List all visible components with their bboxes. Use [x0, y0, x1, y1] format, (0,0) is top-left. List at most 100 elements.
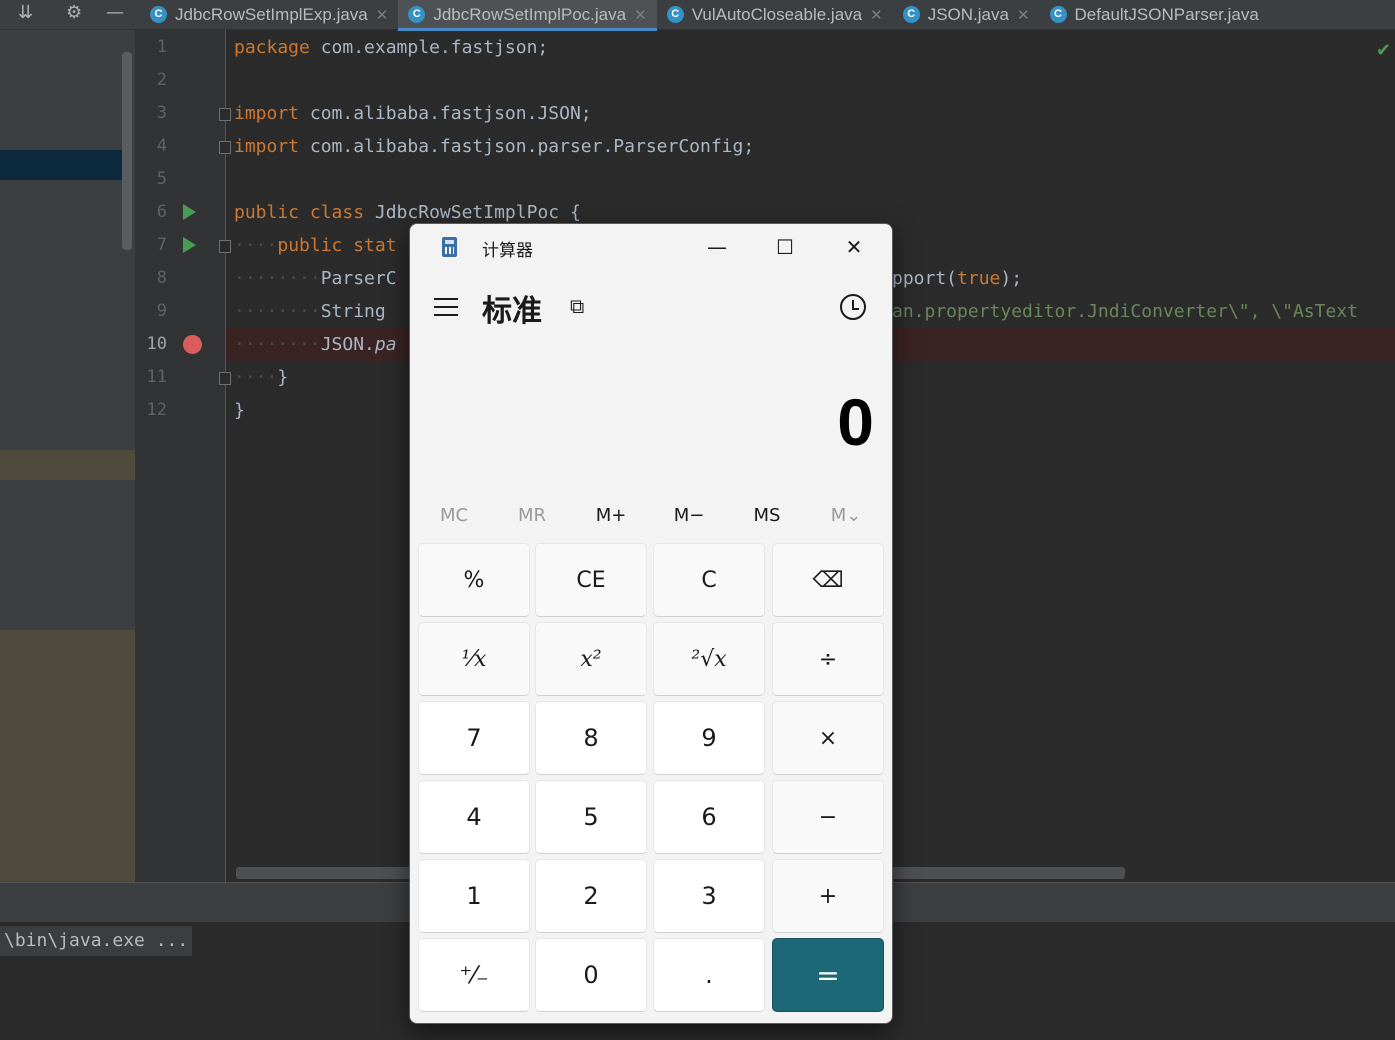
digit-4-button[interactable]: 4	[418, 780, 530, 854]
breakpoint-icon[interactable]	[183, 335, 202, 354]
reciprocal-button[interactable]: ¹⁄x	[418, 622, 530, 696]
tab-label: JdbcRowSetImplExp.java	[175, 4, 368, 24]
code-text: com.alibaba.fastjson.JSON;	[299, 103, 592, 124]
digit-6-button[interactable]: 6	[653, 780, 765, 854]
project-panel	[0, 30, 135, 882]
code-line[interactable]: import com.alibaba.fastjson.JSON;	[234, 97, 592, 130]
keyword: import	[234, 103, 300, 124]
keyword: import	[234, 136, 300, 157]
memory-list-button[interactable]: M⌄	[807, 502, 885, 530]
fold-icon[interactable]	[219, 240, 231, 253]
close-button[interactable]: ✕	[831, 230, 877, 264]
keep-on-top-icon[interactable]: ⧉	[570, 294, 594, 318]
console-output-line[interactable]: \bin\java.exe ...	[0, 926, 193, 956]
memory-subtract-button[interactable]: M−	[650, 502, 728, 530]
project-toolbar: ⇊ ⚙ —	[0, 0, 135, 29]
tab-jdbcrowsetimplexp[interactable]: C JdbcRowSetImplExp.java ✕	[140, 0, 398, 29]
line-number: 7	[156, 235, 167, 255]
memory-recall-button[interactable]: MR	[493, 502, 571, 530]
gear-icon[interactable]: ⚙	[66, 3, 82, 23]
fold-icon[interactable]	[219, 108, 231, 121]
clear-button[interactable]: C	[653, 543, 765, 617]
code-line-tail[interactable]: pport(true);	[892, 262, 1022, 295]
tab-json[interactable]: C JSON.java ✕	[893, 0, 1040, 29]
square-root-button[interactable]: ²√x	[653, 622, 765, 696]
code-text: }	[277, 367, 289, 388]
maximize-button[interactable]: ☐	[762, 230, 808, 264]
code-text: ParserC	[320, 268, 397, 289]
code-text: );	[1000, 268, 1023, 289]
inspection-ok-icon[interactable]: ✔	[1376, 40, 1391, 61]
editor-tab-bar: ⇊ ⚙ — C JdbcRowSetImplExp.java ✕ C JdbcR…	[0, 0, 1395, 31]
digit-8-button[interactable]: 8	[535, 701, 647, 775]
code-line[interactable]: ····public stat	[234, 229, 397, 262]
close-icon[interactable]: ✕	[634, 6, 647, 24]
run-main-icon[interactable]	[183, 237, 196, 253]
line-number: 8	[156, 268, 167, 288]
digit-0-button[interactable]: 0	[535, 938, 647, 1012]
history-icon[interactable]	[840, 294, 866, 320]
percent-button[interactable]: %	[418, 543, 530, 617]
code-text: com.alibaba.fastjson.parser.ParserConfig…	[299, 136, 755, 157]
memory-store-button[interactable]: MS	[728, 502, 806, 530]
close-icon[interactable]: ✕	[870, 6, 883, 24]
project-tree-selection[interactable]	[0, 150, 122, 180]
close-icon[interactable]: ✕	[1017, 6, 1030, 24]
digit-3-button[interactable]: 3	[653, 859, 765, 933]
digit-5-button[interactable]: 5	[535, 780, 647, 854]
negate-button[interactable]: ⁺⁄₋	[418, 938, 530, 1012]
digit-1-button[interactable]: 1	[418, 859, 530, 933]
tab-label: DefaultJSONParser.java	[1074, 4, 1259, 24]
tab-label: VulAutoCloseable.java	[691, 4, 863, 24]
keyword: package	[234, 37, 310, 58]
tab-jdbcrowsetimplpoc[interactable]: C JdbcRowSetImplPoc.java ✕	[398, 0, 658, 31]
code-line[interactable]: package com.example.fastjson;	[234, 31, 548, 64]
equals-button[interactable]: =	[772, 938, 884, 1012]
fold-icon[interactable]	[219, 141, 231, 154]
tab-label: JSON.java	[927, 4, 1009, 24]
line-number: 10	[146, 334, 167, 354]
digit-7-button[interactable]: 7	[418, 701, 530, 775]
code-line[interactable]: ········JSON.pa	[234, 328, 397, 361]
line-number: 11	[146, 367, 167, 387]
plus-button[interactable]: +	[772, 859, 884, 933]
method-name: pa	[374, 334, 397, 355]
code-text: com.example.fastjson;	[309, 37, 549, 58]
multiply-button[interactable]: ×	[772, 701, 884, 775]
minimize-panel-icon[interactable]: —	[106, 3, 124, 23]
clear-entry-button[interactable]: CE	[535, 543, 647, 617]
line-number: 4	[156, 136, 167, 156]
minimize-button[interactable]: —	[694, 230, 740, 264]
code-line-tail[interactable]: an.propertyeditor.JndiConverter\", \"AsT…	[892, 295, 1358, 328]
square-button[interactable]: x²	[535, 622, 647, 696]
hamburger-menu-icon[interactable]	[434, 298, 458, 316]
code-line[interactable]: ········String	[234, 295, 397, 328]
project-scrollbar[interactable]	[122, 52, 132, 250]
close-icon[interactable]: ✕	[376, 6, 389, 24]
fold-icon[interactable]	[219, 372, 231, 385]
divide-button[interactable]: ÷	[772, 622, 884, 696]
memory-clear-button[interactable]: MC	[415, 502, 493, 530]
line-number: 3	[156, 103, 167, 123]
java-class-icon: C	[150, 6, 167, 23]
code-line[interactable]: ····}	[234, 361, 288, 394]
calculator-mode-label: 标准	[482, 294, 542, 329]
run-class-icon[interactable]	[183, 204, 196, 220]
digit-2-button[interactable]: 2	[535, 859, 647, 933]
minus-button[interactable]: −	[772, 780, 884, 854]
code-line[interactable]: ········ParserC	[234, 262, 397, 295]
line-number: 1	[156, 37, 167, 57]
calculator-window: 计算器 — ☐ ✕ 标准 ⧉ 0 MC MR M+ M− MS M⌄ % CE …	[409, 223, 893, 1024]
whitespace-marker: ········	[234, 268, 321, 289]
line-number: 2	[156, 70, 167, 90]
tab-vulautocloseable[interactable]: C VulAutoCloseable.java ✕	[657, 0, 893, 29]
digit-9-button[interactable]: 9	[653, 701, 765, 775]
code-line[interactable]: import com.alibaba.fastjson.parser.Parse…	[234, 130, 754, 163]
memory-add-button[interactable]: M+	[572, 502, 650, 530]
decimal-button[interactable]: .	[653, 938, 765, 1012]
backspace-button[interactable]: ⌫	[772, 543, 884, 617]
window-title: 计算器	[482, 241, 533, 261]
tab-defaultjsonparser[interactable]: C DefaultJSONParser.java	[1040, 0, 1269, 29]
collapse-all-icon[interactable]: ⇊	[18, 3, 33, 23]
code-line[interactable]: }	[234, 394, 245, 427]
